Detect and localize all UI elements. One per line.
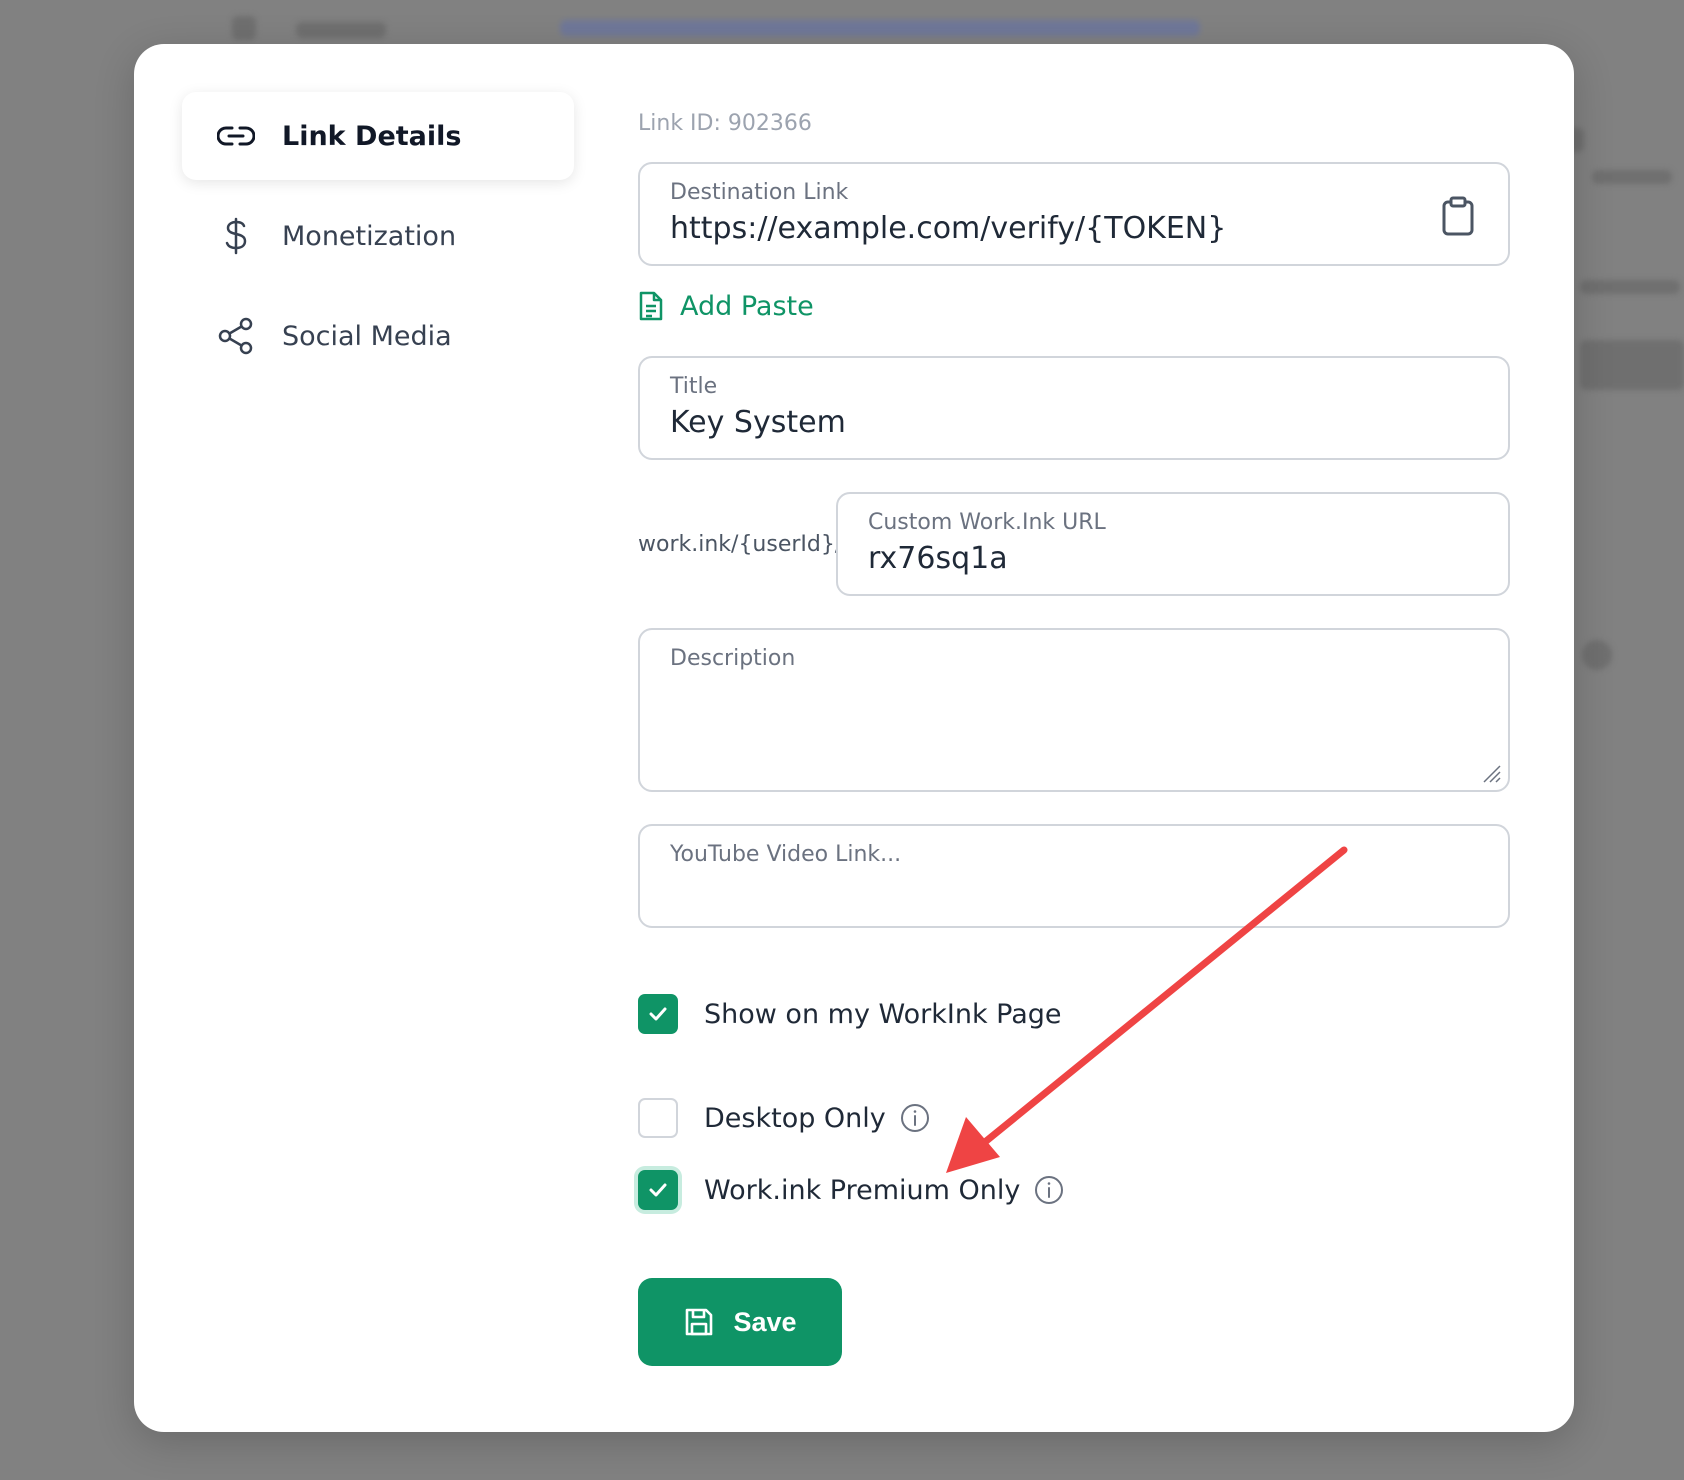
premium-only-checkbox-row[interactable]: Work.ink Premium Only bbox=[638, 1168, 1510, 1212]
background-link bbox=[560, 20, 1200, 36]
custom-url-row: work.ink/{userId}/ Custom Work.Ink URL r… bbox=[638, 492, 1510, 596]
show-on-page-checkbox-row[interactable]: Show on my WorkInk Page bbox=[638, 992, 1510, 1036]
title-field[interactable]: Title Key System bbox=[638, 356, 1510, 460]
edit-link-modal: Link Details Monetization Social Media L… bbox=[134, 44, 1574, 1432]
save-button[interactable]: Save bbox=[638, 1278, 842, 1366]
link-details-form: Link ID: 902366 Destination Link https:/… bbox=[638, 104, 1510, 1366]
custom-url-field[interactable]: Custom Work.Ink URL rx76sq1a bbox=[836, 492, 1510, 596]
destination-link-label: Destination Link bbox=[670, 180, 849, 205]
premium-only-checkbox[interactable] bbox=[638, 1170, 678, 1210]
desktop-only-checkbox-row[interactable]: Desktop Only bbox=[638, 1096, 1510, 1140]
desktop-only-checkbox[interactable] bbox=[638, 1098, 678, 1138]
custom-url-value[interactable]: rx76sq1a bbox=[868, 541, 1478, 576]
background-icon bbox=[232, 16, 256, 40]
info-icon[interactable] bbox=[1034, 1175, 1064, 1205]
sidebar-item-monetization[interactable]: Monetization bbox=[182, 192, 574, 280]
youtube-link-input[interactable]: YouTube Video Link... bbox=[638, 824, 1510, 928]
modal-sidebar: Link Details Monetization Social Media bbox=[182, 92, 574, 392]
custom-url-label: Custom Work.Ink URL bbox=[868, 510, 1106, 535]
background-text bbox=[1580, 280, 1680, 294]
checkmark-icon bbox=[649, 1007, 667, 1021]
save-button-label: Save bbox=[733, 1306, 797, 1337]
youtube-link-placeholder: YouTube Video Link... bbox=[670, 842, 902, 867]
background-amount bbox=[1580, 340, 1684, 390]
destination-link-value[interactable]: https://example.com/verify/{TOKEN} bbox=[670, 211, 1478, 246]
share-icon bbox=[216, 316, 256, 356]
sidebar-item-label: Monetization bbox=[282, 220, 457, 252]
premium-only-label: Work.ink Premium Only bbox=[704, 1174, 1021, 1206]
title-value[interactable]: Key System bbox=[670, 405, 1478, 440]
background-icon bbox=[1582, 640, 1612, 670]
sidebar-item-social-media[interactable]: Social Media bbox=[182, 292, 574, 380]
background-text bbox=[1592, 170, 1672, 184]
title-label: Title bbox=[670, 374, 718, 399]
desktop-only-label: Desktop Only bbox=[704, 1102, 886, 1134]
background-text bbox=[296, 22, 386, 38]
clipboard-icon[interactable] bbox=[1440, 196, 1476, 236]
checkmark-icon bbox=[649, 1183, 667, 1197]
description-textarea[interactable]: Description bbox=[638, 628, 1510, 792]
info-icon[interactable] bbox=[900, 1103, 930, 1133]
sidebar-item-label: Link Details bbox=[282, 120, 462, 152]
show-on-page-checkbox[interactable] bbox=[638, 994, 678, 1034]
add-paste-link[interactable]: Add Paste bbox=[638, 286, 1510, 326]
link-icon bbox=[216, 116, 256, 156]
dollar-icon bbox=[216, 216, 256, 256]
custom-url-prefix: work.ink/{userId}/ bbox=[638, 531, 843, 557]
document-icon bbox=[638, 290, 666, 322]
save-icon bbox=[683, 1306, 715, 1338]
destination-link-field[interactable]: Destination Link https://example.com/ver… bbox=[638, 162, 1510, 266]
sidebar-item-link-details[interactable]: Link Details bbox=[182, 92, 574, 180]
description-placeholder: Description bbox=[670, 646, 796, 671]
show-on-page-label: Show on my WorkInk Page bbox=[704, 998, 1062, 1030]
sidebar-item-label: Social Media bbox=[282, 320, 452, 352]
add-paste-label: Add Paste bbox=[680, 290, 814, 322]
link-id-text: Link ID: 902366 bbox=[638, 111, 812, 136]
resize-handle-icon[interactable] bbox=[1478, 760, 1502, 784]
